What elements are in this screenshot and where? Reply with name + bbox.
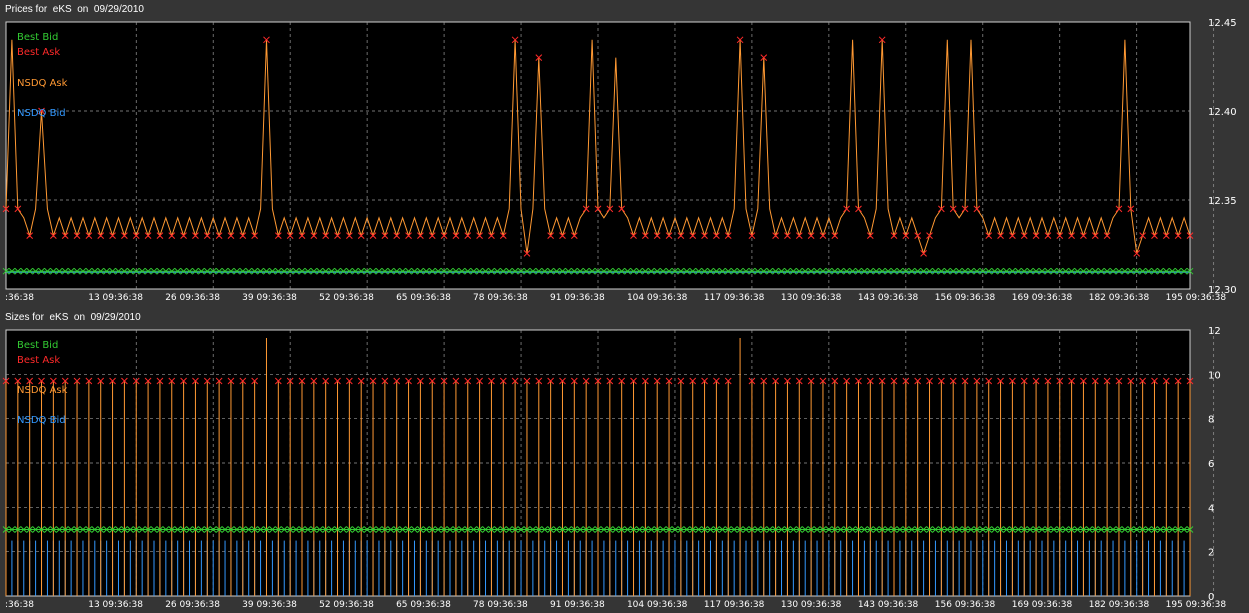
y-tick-label: 2 — [1208, 548, 1214, 559]
x-tick-label: 182 09:36:38 — [1089, 293, 1150, 303]
y-tick-label: 0 — [1208, 592, 1214, 603]
legend-entry: NSDQ Bid — [17, 108, 66, 119]
legend-entry: NSDQ Ask — [17, 385, 68, 396]
y-tick-label: 12.35 — [1208, 196, 1237, 207]
y-tick-label: 12 — [1208, 326, 1221, 337]
charts-canvas: :36:38 13 09:36:38 26 09:36:38 39 09:36:38 5… — [2, 18, 1237, 610]
x-tick-label: 104 09:36:38 — [627, 600, 688, 610]
x-tick-label: 156 09:36:38 — [935, 600, 996, 610]
chart-panel-1: :36:38 13 09:36:38 26 09:36:38 39 09:36:38 5… — [2, 326, 1227, 610]
x-tick-label: :36:38 — [5, 293, 34, 303]
x-tick-label: 91 09:36:38 — [550, 600, 605, 610]
x-tick-label: :36:38 — [5, 600, 34, 610]
x-tick-label: 26 09:36:38 — [165, 600, 220, 610]
legend-entry: Best Ask — [17, 47, 60, 58]
x-tick-label: 65 09:36:38 — [396, 600, 451, 610]
x-tick-label: 182 09:36:38 — [1089, 600, 1150, 610]
legend-entry: Best Bid — [17, 340, 58, 351]
x-tick-label: 65 09:36:38 — [396, 293, 451, 303]
x-tick-label: 78 09:36:38 — [473, 293, 528, 303]
x-tick-label: 130 09:36:38 — [781, 293, 842, 303]
x-tick-label: 13 09:36:38 — [88, 600, 143, 610]
legend-entry: Best Bid — [17, 32, 58, 43]
y-tick-label: 12.45 — [1208, 18, 1237, 29]
x-tick-label: 91 09:36:38 — [550, 293, 605, 303]
x-tick-label: 39 09:36:38 — [242, 293, 297, 303]
x-tick-label: 117 09:36:38 — [704, 600, 765, 610]
x-tick-label: 169 09:36:38 — [1012, 293, 1073, 303]
x-tick-label: 169 09:36:38 — [1012, 600, 1073, 610]
chart-panel-0: :36:38 13 09:36:38 26 09:36:38 39 09:36:38 5… — [2, 18, 1237, 303]
x-tick-label: 26 09:36:38 — [165, 293, 220, 303]
legend-entry: NSDQ Bid — [17, 415, 66, 426]
legend-entry: NSDQ Ask — [17, 78, 68, 89]
y-tick-label: 6 — [1208, 459, 1214, 470]
x-tick-label: 143 09:36:38 — [858, 600, 919, 610]
y-tick-label: 10 — [1208, 370, 1221, 381]
x-tick-label: 130 09:36:38 — [781, 600, 842, 610]
x-tick-label: 52 09:36:38 — [319, 293, 374, 303]
x-tick-label: 52 09:36:38 — [319, 600, 374, 610]
x-tick-label: 13 09:36:38 — [88, 293, 143, 303]
legend-entry: Best Ask — [17, 355, 60, 366]
x-tick-label: 78 09:36:38 — [473, 600, 528, 610]
y-tick-label: 8 — [1208, 415, 1214, 426]
y-tick-label: 12.40 — [1208, 107, 1237, 118]
x-tick-label: 39 09:36:38 — [242, 600, 297, 610]
x-tick-label: 104 09:36:38 — [627, 293, 688, 303]
x-tick-label: 143 09:36:38 — [858, 293, 919, 303]
y-tick-label: 4 — [1208, 503, 1214, 514]
x-tick-label: 117 09:36:38 — [704, 293, 765, 303]
x-tick-label: 156 09:36:38 — [935, 293, 996, 303]
x-tick-label: 195 09:36:38 — [1166, 600, 1227, 610]
y-tick-label: 12.30 — [1208, 285, 1237, 296]
